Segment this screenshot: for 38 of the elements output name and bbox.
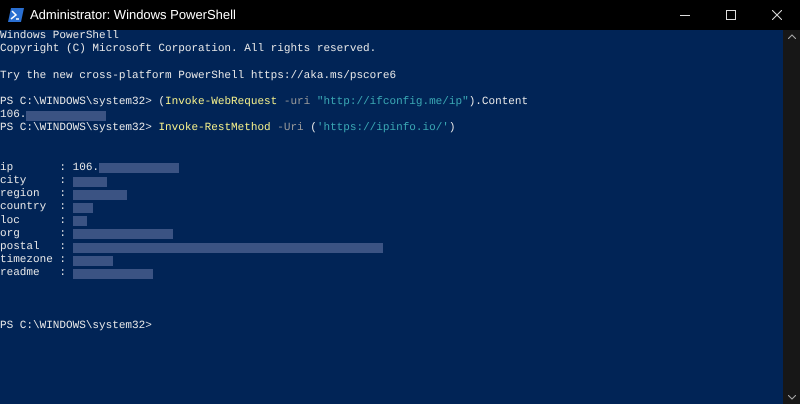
- console-text: city :: [0, 175, 68, 188]
- console-text: ).Content: [468, 96, 528, 110]
- console-text: region :: [0, 188, 68, 202]
- console-text: PS C:\WINDOWS\system32>: [0, 320, 152, 334]
- string-literal: "http://ifconfig.me/ip": [316, 96, 469, 110]
- maximize-icon: [726, 10, 736, 20]
- scrollbar[interactable]: [783, 30, 800, 404]
- console-text: ip : 106.: [0, 162, 100, 175]
- console-text: country :: [0, 201, 68, 215]
- blurred-value: [72, 216, 87, 226]
- console-text: Try the new cross-platform PowerShell https://aka.ms/pscore6: [0, 70, 396, 83]
- blurred-value: [72, 190, 127, 200]
- string-literal: 'https://ipinfo.io/': [316, 122, 449, 136]
- blurred-value: [72, 176, 107, 187]
- window-title: Administrator: Windows PowerShell: [30, 6, 236, 24]
- close-icon: [772, 10, 782, 20]
- console-text: Windows PowerShell: [0, 30, 119, 43]
- minimize-icon: [680, 14, 690, 16]
- console-text: loc :: [0, 214, 68, 228]
- scroll-up-icon[interactable]: [788, 34, 796, 39]
- powershell-icon: [8, 8, 24, 22]
- console-text: postal :: [0, 241, 68, 254]
- blurred-value: [72, 203, 93, 214]
- blurred-value: [72, 256, 113, 266]
- console-text: PS C:\WINDOWS\system32> (: [0, 96, 166, 110]
- parameter-name: -uri: [282, 96, 312, 110]
- command-name: Invoke-RestMethod: [158, 122, 271, 136]
- console-text: 106.: [0, 109, 26, 122]
- console-text: PS C:\WINDOWS\system32>: [0, 122, 153, 136]
- console-text: Copyright (C) Microsoft Corporation. All rights reserved.: [0, 43, 376, 56]
- console-text: ): [448, 122, 456, 136]
- console-text: timezone :: [0, 254, 68, 267]
- command-name: Invoke-WebRequest: [165, 96, 278, 110]
- console-text: (: [310, 122, 317, 136]
- scroll-down-icon[interactable]: [788, 395, 796, 400]
- console-text: org :: [0, 228, 68, 241]
- parameter-name: -Uri: [276, 122, 305, 136]
- console-text: readme :: [0, 267, 68, 281]
